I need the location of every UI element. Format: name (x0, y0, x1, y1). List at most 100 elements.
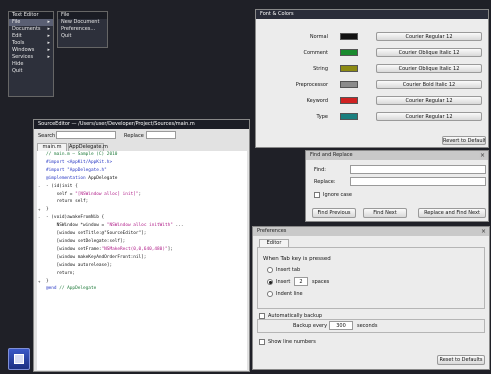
show-line-numbers-checkbox[interactable] (259, 339, 265, 345)
code-editor[interactable]: // main.m — Sample (C) 2010 #import <AppK… (37, 151, 247, 370)
file-submenu: File New Document Preferences... Quit (57, 11, 108, 48)
color-swatch[interactable] (340, 113, 358, 120)
main-menu-title: Text Editor (9, 12, 53, 19)
search-field[interactable] (56, 131, 116, 139)
replace-find-next-button[interactable]: Replace and Find Next (418, 208, 486, 218)
close-icon[interactable]: × (479, 152, 486, 159)
preferences-titlebar[interactable]: Preferences × (253, 227, 489, 236)
code-token: [window setTitle:@"SourceEditor"]; (46, 231, 147, 237)
main-menu-item[interactable]: Services ▸ (9, 54, 53, 61)
font-select-button[interactable]: Courier Regular 12 (376, 96, 482, 105)
color-swatch[interactable] (340, 81, 358, 88)
file-menu-item[interactable]: Quit (58, 33, 107, 40)
spaces-count-field[interactable]: 2 (294, 277, 308, 286)
tab-appdelegate-m[interactable]: AppDelegate.m (68, 143, 108, 151)
file-menu-item[interactable]: Preferences... (58, 26, 107, 33)
tab-main-m[interactable]: main.m (37, 143, 67, 151)
submenu-arrow-icon: ▸ (47, 47, 50, 53)
fold-toggle-icon[interactable]: + (38, 278, 40, 286)
main-menu-item[interactable]: Quit (9, 68, 53, 75)
find-field[interactable] (350, 165, 486, 174)
code-token: [window autorelease]; (46, 262, 113, 268)
font-style-label: Normal (309, 34, 328, 40)
main-menu-item[interactable]: Hide (9, 61, 53, 68)
close-icon[interactable]: × (480, 228, 487, 235)
source-editor-titlebar[interactable]: SourceEditor — /Users/user/Developer/Pro… (34, 120, 249, 129)
tab-behavior-label: When Tab key is pressed (263, 256, 331, 262)
font-style-label: Preprocessor (295, 82, 328, 88)
code-line: [window autorelease]; (37, 262, 247, 270)
code-token: NSWindow *window = (46, 223, 107, 229)
main-menu-item-label: Documents (12, 26, 41, 32)
code-token: "NSMakeRect(0,0,640,480)" (101, 246, 168, 252)
main-menu-item-label: Quit (12, 68, 23, 74)
main-menu-item[interactable]: Windows ▸ (9, 47, 53, 54)
font-style-label: Keyword (306, 98, 328, 104)
ignore-case-checkbox[interactable] (314, 192, 320, 198)
font-select-button[interactable]: Courier Regular 12 (376, 112, 482, 121)
submenu-arrow-icon: ▸ (47, 40, 50, 46)
color-swatch[interactable] (340, 49, 358, 56)
code-line: return self; (37, 198, 247, 206)
code-line: +} (37, 206, 247, 214)
code-token: return self; (46, 199, 89, 205)
submenu-arrow-icon: ▸ (47, 19, 50, 25)
color-swatch[interactable] (340, 33, 358, 40)
code-line: -- (id)init { (37, 183, 247, 191)
main-menu-item-label: Hide (12, 61, 24, 67)
dock-app-icon[interactable] (8, 348, 30, 370)
find-replace-titlebar[interactable]: Find and Replace × (306, 151, 488, 160)
insert-tab-radio[interactable] (267, 267, 273, 273)
font-colors-titlebar[interactable]: Font & Colors (256, 10, 488, 19)
color-swatch[interactable] (340, 65, 358, 72)
code-token: [window makeKeyAndOrderFront:nil]; (46, 254, 147, 260)
code-line: // main.m — Sample (C) 2010 (37, 151, 247, 159)
font-select-button[interactable]: Courier Oblique Italic 12 (376, 48, 482, 57)
preferences-title: Preferences (257, 228, 287, 234)
revert-to-default-button[interactable]: Revert to Default (442, 136, 486, 145)
main-menu-item[interactable]: Documents ▸ (9, 26, 53, 33)
main-menu-item-label: Services (12, 54, 34, 60)
fold-toggle-icon[interactable]: - (38, 214, 40, 222)
file-menu-item[interactable]: New Document (58, 19, 107, 26)
fold-toggle-icon[interactable]: + (38, 206, 40, 214)
code-token: "[NSWindow alloc] init]" (75, 191, 139, 197)
indent-line-radio[interactable] (267, 291, 273, 297)
backup-seconds-unit: seconds (357, 323, 378, 329)
main-menu-item[interactable]: Tools ▸ (9, 40, 53, 47)
code-line: NSWindow *window = "NSWindow alloc initW… (37, 222, 247, 230)
backup-every-label: Backup every (293, 323, 328, 329)
main-menu-item[interactable]: File ▸ (9, 19, 53, 26)
main-menu-item-label: Tools (12, 40, 25, 46)
replace-with-field[interactable] (350, 177, 486, 186)
insert-spaces-radio[interactable] (267, 279, 273, 285)
code-token: ; (138, 191, 142, 197)
font-style-label: String (313, 66, 328, 72)
insert-tab-label: Insert tab (276, 267, 301, 273)
source-editor-title: SourceEditor — /Users/user/Developer/Pro… (38, 121, 195, 127)
ignore-case-label: Ignore case (323, 192, 352, 198)
insert-spaces-label: Insert (276, 279, 291, 285)
code-line: [window setTitle:@"SourceEditor"]; (37, 230, 247, 238)
code-token: #import "AppDelegate.h" (46, 167, 107, 173)
font-select-button[interactable]: Courier Oblique Italic 12 (376, 64, 482, 73)
main-menu-item[interactable]: Edit ▸ (9, 33, 53, 40)
replace-field[interactable] (146, 131, 176, 139)
tab-editor[interactable]: Editor (259, 239, 289, 247)
fold-toggle-icon[interactable]: - (38, 183, 40, 191)
backup-seconds-field[interactable]: 300 (329, 321, 353, 330)
code-line: -- (void)awakeFromNib { (37, 214, 247, 222)
code-token: #import <AppKit/AppKit.h> (46, 159, 113, 165)
font-select-button[interactable]: Courier Bold Italic 12 (376, 80, 482, 89)
file-menu-item-label: Preferences... (61, 26, 96, 32)
find-next-button[interactable]: Find Next (363, 208, 407, 218)
reset-to-defaults-button[interactable]: Reset to Defaults (437, 355, 485, 365)
font-select-button[interactable]: Courier Regular 12 (376, 32, 482, 41)
code-line: +} (37, 278, 247, 286)
code-token: return; (46, 270, 76, 276)
code-token: // main.m — Sample (C) 2010 (46, 152, 118, 157)
find-previous-button[interactable]: Find Previous (312, 208, 356, 218)
color-swatch[interactable] (340, 97, 358, 104)
code-token: } (46, 207, 49, 213)
main-menu-item-label: Edit (12, 33, 22, 39)
